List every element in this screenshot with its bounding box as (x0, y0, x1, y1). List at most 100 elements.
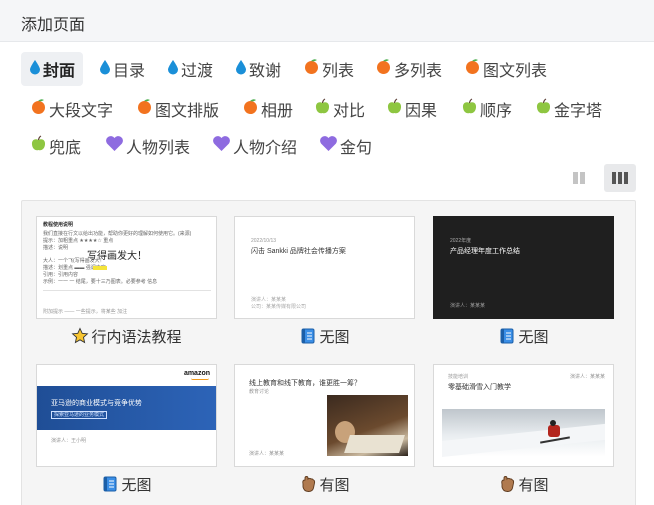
thumb-date: 2022/10/13 (251, 238, 277, 244)
dialog-title: 添加页面 (21, 17, 86, 34)
tag-label: 图文排版 (155, 103, 220, 120)
hand-icon (299, 475, 317, 493)
tag-fallback[interactable]: 兜底 (30, 129, 81, 163)
template-card[interactable]: 线上教育和线下教育，谁更胜一筹？ 教育讨论 演讲人：某某某 有图 (234, 364, 415, 495)
thumb-footer: 演讲人：某某某 (450, 303, 486, 309)
heart-icon (212, 135, 231, 157)
tag-label: 图文列表 (483, 63, 548, 80)
template-thumbnail: 2022年度 产品经理年度工作总结 演讲人：某某某 (433, 216, 614, 319)
tag-cause-effect[interactable]: 因果 (386, 92, 437, 126)
tag-label: 兜底 (49, 140, 82, 157)
apple-icon (535, 98, 552, 120)
logo-smile (191, 378, 209, 380)
tag-image-text-list[interactable]: 图文列表 (464, 52, 547, 86)
thumb-line: 我们直接在行文以给出功能，帮助你更好的理解如何使用它。(来源) (43, 231, 192, 237)
template-label-text: 无图 (319, 328, 350, 346)
tag-label: 大段文字 (49, 103, 114, 120)
thumb-footer: 演讲人：某某某 (249, 451, 285, 457)
template-label-text: 无图 (121, 476, 152, 494)
book-icon (299, 327, 317, 345)
tag-label: 过渡 (181, 63, 214, 80)
template-label-text: 无图 (518, 328, 549, 346)
photo-book (344, 435, 405, 453)
template-label: 有图 (433, 473, 614, 495)
brand-logo: amazon (183, 370, 210, 377)
orange-icon (242, 98, 259, 120)
droplet-icon (29, 59, 41, 80)
thumb-title: 闪击 Sankki 品牌社会传播方案 (251, 248, 346, 255)
template-label: 无图 (433, 325, 614, 347)
tag-label: 封面 (43, 63, 76, 80)
heart-icon (105, 135, 124, 157)
thumb-line: 大人：一个飞(写得画发大！ (43, 258, 105, 264)
thumb-footer: 演讲人：王小明 (51, 438, 87, 444)
three-column-view-button[interactable] (604, 164, 636, 192)
template-thumbnail: 线上教育和线下教育，谁更胜一筹？ 教育讨论 演讲人：某某某 (234, 364, 415, 467)
thumb-title: 线上教育和线下教育，谁更胜一筹？ (249, 380, 361, 387)
tag-label: 列表 (322, 63, 355, 80)
tag-quote[interactable]: 金句 (319, 129, 372, 163)
tag-label: 人物列表 (126, 140, 191, 157)
tag-label: 相册 (261, 103, 294, 120)
tag-person-intro[interactable]: 人物介绍 (212, 129, 297, 163)
tag-label: 目录 (113, 63, 146, 80)
thumb-title: 亚马逊的商业模式与竞争优势 (51, 400, 142, 407)
apple-icon (386, 98, 403, 120)
template-label: 行内语法教程 (36, 325, 217, 347)
tag-list[interactable]: 列表 (303, 52, 354, 86)
thumb-footer: 附加提示 —— 一些提示，将某些 加注 (43, 309, 128, 315)
tag-label: 金字塔 (554, 103, 603, 120)
template-card[interactable]: 2022/10/13 闪击 Sankki 品牌社会传播方案 演讲人：某某某 公司… (234, 216, 415, 347)
thumb-subtitle: 教育讨论 (249, 389, 270, 395)
template-thumbnail: 2022/10/13 闪击 Sankki 品牌社会传播方案 演讲人：某某某 公司… (234, 216, 415, 319)
tag-album[interactable]: 相册 (242, 92, 293, 126)
template-card[interactable]: 2022年度 产品经理年度工作总结 演讲人：某某某 无图 (433, 216, 614, 347)
tag-compare[interactable]: 对比 (314, 92, 365, 126)
two-column-view-button[interactable] (563, 164, 595, 192)
thumb-line: 引用：引用内容 (43, 272, 79, 278)
book-icon (498, 327, 516, 345)
thumb-photo (327, 395, 408, 456)
thumb-title: 教程使用说明 (43, 222, 74, 228)
orange-icon (464, 58, 481, 80)
thumb-line: 描述：说明 (43, 245, 69, 251)
tag-image-text-layout[interactable]: 图文排版 (136, 92, 219, 126)
tag-thanks[interactable]: 致谢 (235, 52, 281, 86)
apple-icon (30, 135, 47, 157)
apple-icon (314, 98, 331, 120)
tag-transition[interactable]: 过渡 (167, 52, 213, 86)
template-label-text: 有图 (319, 476, 350, 494)
template-card[interactable]: amazon 亚马逊的商业模式与竞争优势 探索亚马逊的业务模式 演讲人：王小明 … (36, 364, 217, 495)
tag-label: 因果 (405, 103, 438, 120)
template-label-text: 行内语法教程 (91, 328, 182, 346)
template-label: 有图 (234, 473, 415, 495)
tag-long-text[interactable]: 大段文字 (30, 92, 113, 126)
droplet-icon (167, 59, 179, 80)
thumb-photo (442, 409, 605, 457)
tag-cover[interactable]: 封面 (21, 52, 84, 86)
tag-toc[interactable]: 目录 (99, 52, 145, 86)
template-thumbnail: 技能培训 零基础滑雪入门教学 演讲人：某某某 (433, 364, 614, 467)
photo-slope (442, 423, 605, 457)
template-thumbnail: 教程使用说明 我们直接在行文以给出功能，帮助你更好的理解如何使用它。(来源) 提… (36, 216, 217, 319)
tag-people-list[interactable]: 人物列表 (105, 129, 190, 163)
orange-icon (303, 58, 320, 80)
template-card[interactable]: 技能培训 零基础滑雪入门教学 演讲人：某某某 有图 (433, 364, 614, 495)
thumb-title: 零基础滑雪入门教学 (448, 384, 511, 391)
dialog-header: 添加页面 (0, 0, 654, 42)
thumb-title: 产品经理年度工作总结 (450, 248, 520, 255)
tag-label: 对比 (333, 103, 366, 120)
thumb-line: 示例：一一 一 结尾，要十三乃图表。必要参考 信息 (43, 279, 158, 285)
template-card[interactable]: 教程使用说明 我们直接在行文以给出功能，帮助你更好的理解如何使用它。(来源) 提… (36, 216, 217, 347)
thumb-footer: 公司：某某传媒有限公司 (251, 304, 307, 310)
tag-pyramid[interactable]: 金字塔 (535, 92, 602, 126)
tag-multi-list[interactable]: 多列表 (375, 52, 442, 86)
tag-label: 致谢 (249, 63, 282, 80)
orange-icon (136, 98, 153, 120)
tag-label: 顺序 (480, 103, 513, 120)
three-column-icon (612, 172, 628, 184)
apple-icon (461, 98, 478, 120)
tag-sequence[interactable]: 顺序 (461, 92, 512, 126)
photo-helmet (550, 420, 556, 426)
book-icon (101, 475, 119, 493)
